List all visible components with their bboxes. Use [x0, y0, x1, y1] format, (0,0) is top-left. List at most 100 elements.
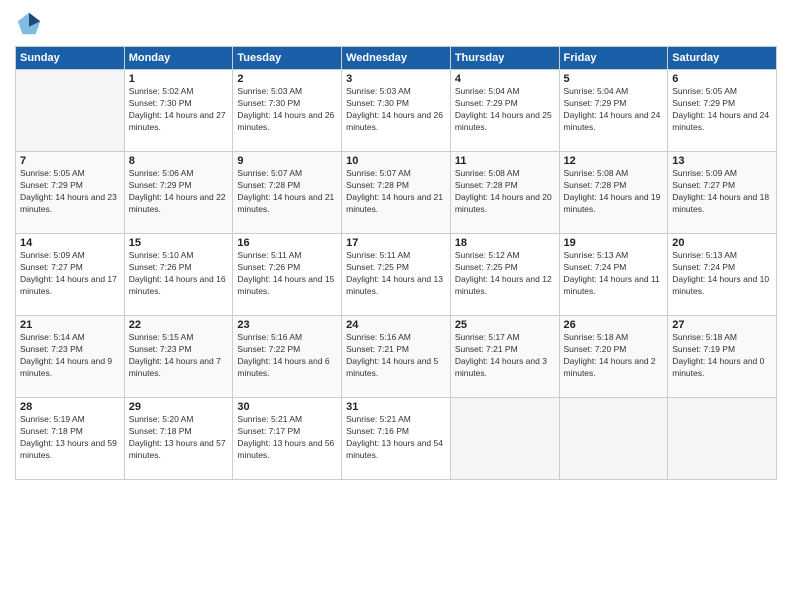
calendar-cell: 28Sunrise: 5:19 AMSunset: 7:18 PMDayligh… [16, 398, 125, 480]
calendar-cell [16, 70, 125, 152]
day-number: 6 [672, 73, 772, 85]
calendar-cell: 27Sunrise: 5:18 AMSunset: 7:19 PMDayligh… [668, 316, 777, 398]
calendar-cell: 4Sunrise: 5:04 AMSunset: 7:29 PMDaylight… [450, 70, 559, 152]
calendar-cell: 15Sunrise: 5:10 AMSunset: 7:26 PMDayligh… [124, 234, 233, 316]
day-number: 10 [346, 155, 446, 167]
day-info: Sunrise: 5:03 AMSunset: 7:30 PMDaylight:… [237, 86, 337, 134]
day-number: 4 [455, 73, 555, 85]
calendar-cell: 31Sunrise: 5:21 AMSunset: 7:16 PMDayligh… [342, 398, 451, 480]
day-info: Sunrise: 5:06 AMSunset: 7:29 PMDaylight:… [129, 168, 229, 216]
calendar-cell: 14Sunrise: 5:09 AMSunset: 7:27 PMDayligh… [16, 234, 125, 316]
day-number: 5 [564, 73, 664, 85]
weekday-header-wednesday: Wednesday [342, 47, 451, 70]
calendar-cell: 1Sunrise: 5:02 AMSunset: 7:30 PMDaylight… [124, 70, 233, 152]
day-info: Sunrise: 5:11 AMSunset: 7:26 PMDaylight:… [237, 250, 337, 298]
day-number: 8 [129, 155, 229, 167]
calendar-cell: 2Sunrise: 5:03 AMSunset: 7:30 PMDaylight… [233, 70, 342, 152]
calendar-cell: 9Sunrise: 5:07 AMSunset: 7:28 PMDaylight… [233, 152, 342, 234]
calendar-cell: 10Sunrise: 5:07 AMSunset: 7:28 PMDayligh… [342, 152, 451, 234]
day-number: 23 [237, 319, 337, 331]
week-row-2: 7Sunrise: 5:05 AMSunset: 7:29 PMDaylight… [16, 152, 777, 234]
day-number: 14 [20, 237, 120, 249]
weekday-header-saturday: Saturday [668, 47, 777, 70]
week-row-3: 14Sunrise: 5:09 AMSunset: 7:27 PMDayligh… [16, 234, 777, 316]
calendar-cell: 29Sunrise: 5:20 AMSunset: 7:18 PMDayligh… [124, 398, 233, 480]
day-number: 27 [672, 319, 772, 331]
day-number: 15 [129, 237, 229, 249]
day-info: Sunrise: 5:11 AMSunset: 7:25 PMDaylight:… [346, 250, 446, 298]
calendar-cell: 23Sunrise: 5:16 AMSunset: 7:22 PMDayligh… [233, 316, 342, 398]
day-info: Sunrise: 5:13 AMSunset: 7:24 PMDaylight:… [564, 250, 664, 298]
calendar-cell: 3Sunrise: 5:03 AMSunset: 7:30 PMDaylight… [342, 70, 451, 152]
logo [15, 10, 45, 38]
day-info: Sunrise: 5:07 AMSunset: 7:28 PMDaylight:… [346, 168, 446, 216]
day-number: 26 [564, 319, 664, 331]
day-number: 20 [672, 237, 772, 249]
day-info: Sunrise: 5:21 AMSunset: 7:17 PMDaylight:… [237, 414, 337, 462]
calendar-cell: 17Sunrise: 5:11 AMSunset: 7:25 PMDayligh… [342, 234, 451, 316]
week-row-4: 21Sunrise: 5:14 AMSunset: 7:23 PMDayligh… [16, 316, 777, 398]
calendar-cell: 13Sunrise: 5:09 AMSunset: 7:27 PMDayligh… [668, 152, 777, 234]
weekday-header-sunday: Sunday [16, 47, 125, 70]
calendar-cell: 21Sunrise: 5:14 AMSunset: 7:23 PMDayligh… [16, 316, 125, 398]
day-info: Sunrise: 5:04 AMSunset: 7:29 PMDaylight:… [564, 86, 664, 134]
calendar-cell: 11Sunrise: 5:08 AMSunset: 7:28 PMDayligh… [450, 152, 559, 234]
day-info: Sunrise: 5:13 AMSunset: 7:24 PMDaylight:… [672, 250, 772, 298]
day-number: 28 [20, 401, 120, 413]
day-info: Sunrise: 5:20 AMSunset: 7:18 PMDaylight:… [129, 414, 229, 462]
day-number: 16 [237, 237, 337, 249]
calendar-cell: 19Sunrise: 5:13 AMSunset: 7:24 PMDayligh… [559, 234, 668, 316]
week-row-5: 28Sunrise: 5:19 AMSunset: 7:18 PMDayligh… [16, 398, 777, 480]
day-info: Sunrise: 5:12 AMSunset: 7:25 PMDaylight:… [455, 250, 555, 298]
weekday-header-thursday: Thursday [450, 47, 559, 70]
day-info: Sunrise: 5:03 AMSunset: 7:30 PMDaylight:… [346, 86, 446, 134]
day-info: Sunrise: 5:15 AMSunset: 7:23 PMDaylight:… [129, 332, 229, 380]
calendar-cell: 25Sunrise: 5:17 AMSunset: 7:21 PMDayligh… [450, 316, 559, 398]
day-number: 2 [237, 73, 337, 85]
day-info: Sunrise: 5:09 AMSunset: 7:27 PMDaylight:… [672, 168, 772, 216]
calendar-cell: 7Sunrise: 5:05 AMSunset: 7:29 PMDaylight… [16, 152, 125, 234]
day-info: Sunrise: 5:04 AMSunset: 7:29 PMDaylight:… [455, 86, 555, 134]
day-number: 12 [564, 155, 664, 167]
day-number: 31 [346, 401, 446, 413]
day-info: Sunrise: 5:05 AMSunset: 7:29 PMDaylight:… [672, 86, 772, 134]
weekday-header-tuesday: Tuesday [233, 47, 342, 70]
day-number: 24 [346, 319, 446, 331]
calendar-cell: 30Sunrise: 5:21 AMSunset: 7:17 PMDayligh… [233, 398, 342, 480]
day-info: Sunrise: 5:21 AMSunset: 7:16 PMDaylight:… [346, 414, 446, 462]
day-info: Sunrise: 5:18 AMSunset: 7:20 PMDaylight:… [564, 332, 664, 380]
day-number: 9 [237, 155, 337, 167]
day-number: 1 [129, 73, 229, 85]
day-info: Sunrise: 5:08 AMSunset: 7:28 PMDaylight:… [455, 168, 555, 216]
day-info: Sunrise: 5:16 AMSunset: 7:22 PMDaylight:… [237, 332, 337, 380]
calendar-cell: 6Sunrise: 5:05 AMSunset: 7:29 PMDaylight… [668, 70, 777, 152]
calendar-header [15, 10, 777, 38]
day-info: Sunrise: 5:02 AMSunset: 7:30 PMDaylight:… [129, 86, 229, 134]
calendar-cell: 20Sunrise: 5:13 AMSunset: 7:24 PMDayligh… [668, 234, 777, 316]
week-row-1: 1Sunrise: 5:02 AMSunset: 7:30 PMDaylight… [16, 70, 777, 152]
weekday-header-monday: Monday [124, 47, 233, 70]
day-info: Sunrise: 5:18 AMSunset: 7:19 PMDaylight:… [672, 332, 772, 380]
day-info: Sunrise: 5:05 AMSunset: 7:29 PMDaylight:… [20, 168, 120, 216]
day-number: 22 [129, 319, 229, 331]
day-number: 21 [20, 319, 120, 331]
day-info: Sunrise: 5:14 AMSunset: 7:23 PMDaylight:… [20, 332, 120, 380]
day-info: Sunrise: 5:08 AMSunset: 7:28 PMDaylight:… [564, 168, 664, 216]
logo-icon [15, 10, 43, 38]
calendar-container: SundayMondayTuesdayWednesdayThursdayFrid… [0, 0, 792, 612]
day-info: Sunrise: 5:19 AMSunset: 7:18 PMDaylight:… [20, 414, 120, 462]
calendar-cell: 16Sunrise: 5:11 AMSunset: 7:26 PMDayligh… [233, 234, 342, 316]
calendar-cell [668, 398, 777, 480]
calendar-cell [450, 398, 559, 480]
day-info: Sunrise: 5:09 AMSunset: 7:27 PMDaylight:… [20, 250, 120, 298]
day-number: 3 [346, 73, 446, 85]
day-number: 13 [672, 155, 772, 167]
day-number: 7 [20, 155, 120, 167]
day-number: 18 [455, 237, 555, 249]
weekday-header-friday: Friday [559, 47, 668, 70]
weekday-header-row: SundayMondayTuesdayWednesdayThursdayFrid… [16, 47, 777, 70]
day-info: Sunrise: 5:10 AMSunset: 7:26 PMDaylight:… [129, 250, 229, 298]
calendar-cell: 12Sunrise: 5:08 AMSunset: 7:28 PMDayligh… [559, 152, 668, 234]
calendar-cell: 5Sunrise: 5:04 AMSunset: 7:29 PMDaylight… [559, 70, 668, 152]
day-number: 25 [455, 319, 555, 331]
